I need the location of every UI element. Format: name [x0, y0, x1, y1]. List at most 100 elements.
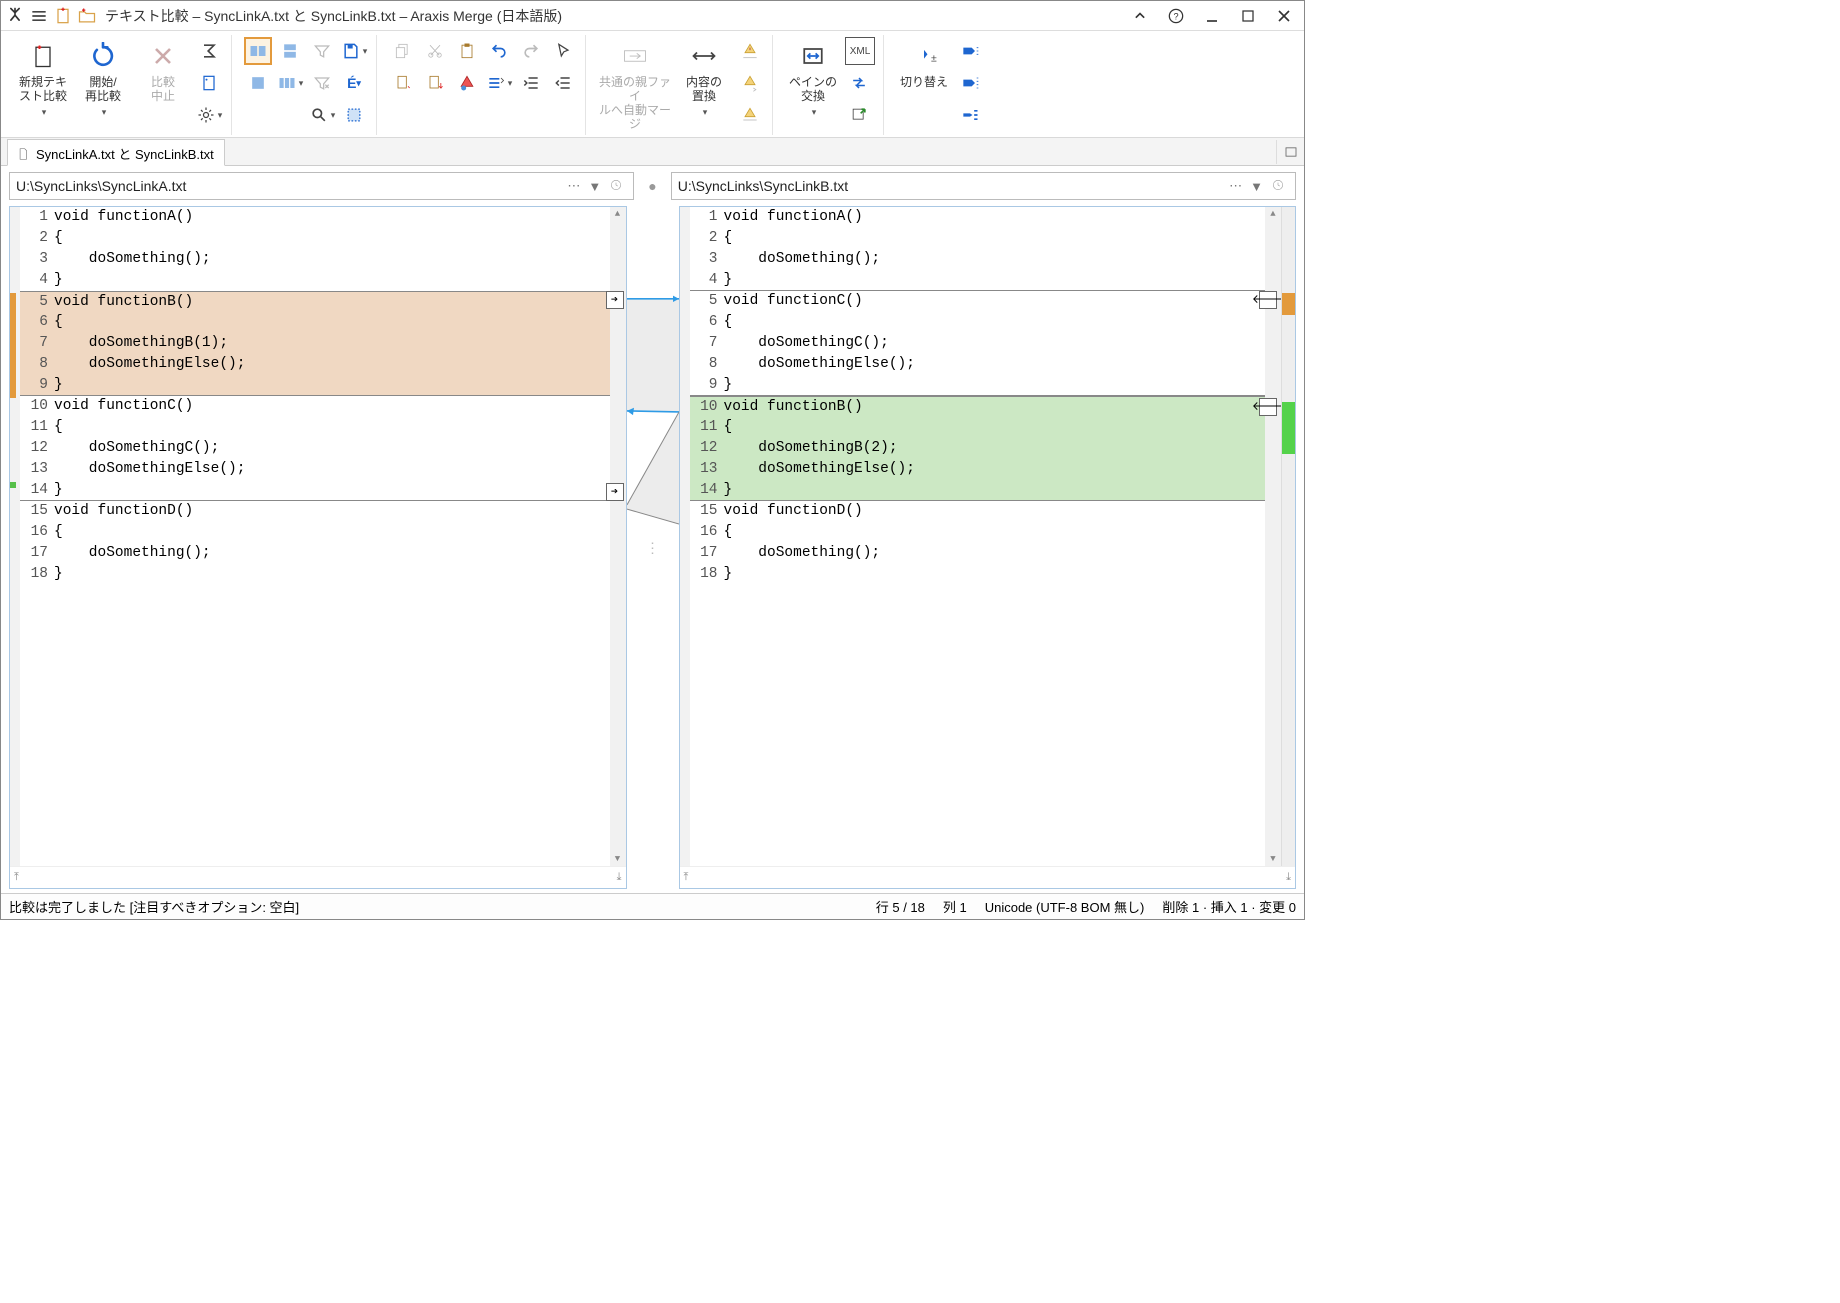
xml-button[interactable]: XML	[845, 37, 875, 65]
right-code-area[interactable]: 1void functionA()2{3 doSomething();4}5vo…	[680, 207, 1296, 866]
code-row[interactable]: 13 doSomethingElse();	[20, 459, 610, 480]
code-row[interactable]: 5void functionB()	[20, 291, 610, 312]
code-row[interactable]: 17 doSomething();	[20, 543, 610, 564]
new-file-button[interactable]	[51, 6, 75, 26]
bookmark-down-button[interactable]	[421, 69, 449, 97]
sigma-button[interactable]	[195, 37, 223, 65]
swap-panes-button[interactable]: ペインの 交換	[783, 37, 843, 121]
scroll-up-icon[interactable]: ▲	[610, 207, 626, 221]
paste-button[interactable]	[453, 37, 481, 65]
report-button[interactable]	[195, 69, 223, 97]
code-row[interactable]: 6{	[20, 312, 610, 333]
minimize-button[interactable]	[1194, 2, 1230, 30]
close-button[interactable]	[1266, 2, 1302, 30]
code-row[interactable]: 7 doSomethingB(1);	[20, 333, 610, 354]
scroll-down-icon[interactable]: ▼	[610, 852, 626, 866]
left-path-menu[interactable]: ⋯	[563, 178, 584, 194]
code-row[interactable]: 16{	[690, 522, 1266, 543]
code-row[interactable]: 16{	[20, 522, 610, 543]
left-scrollbar[interactable]: ▲ ▼	[610, 207, 626, 866]
collapse-down-icon[interactable]: ⤓	[1286, 871, 1291, 884]
right-pane: 1void functionA()2{3 doSomething();4}5vo…	[679, 206, 1297, 889]
right-path-menu[interactable]: ⋯	[1225, 178, 1246, 194]
code-row[interactable]: 3 doSomething();	[20, 249, 610, 270]
next-diff-button[interactable]	[956, 37, 984, 65]
code-row[interactable]: 3 doSomething();	[690, 249, 1266, 270]
edit-lines-button[interactable]	[485, 69, 513, 97]
code-row[interactable]: 12 doSomethingB(2);	[690, 438, 1266, 459]
code-row[interactable]: 7 doSomethingC();	[690, 333, 1266, 354]
code-row[interactable]: 5void functionC()	[690, 291, 1266, 312]
layout-horizontal-button[interactable]	[244, 37, 272, 65]
maximize-button[interactable]	[1230, 2, 1266, 30]
code-row[interactable]: 11{	[690, 417, 1266, 438]
code-row[interactable]: 14}	[690, 480, 1266, 501]
help-button[interactable]: ?	[1158, 2, 1194, 30]
replace-content-button[interactable]: 内容の 置換	[674, 37, 734, 121]
left-code-area[interactable]: 1void functionA()2{3 doSomething();4}5vo…	[10, 207, 626, 866]
layout-vertical-button[interactable]	[276, 37, 304, 65]
code-row[interactable]: 10void functionB()	[690, 396, 1266, 417]
code-row[interactable]: 11{	[20, 417, 610, 438]
list-diff-button[interactable]	[956, 101, 984, 129]
bookmark-button[interactable]	[389, 69, 417, 97]
code-row[interactable]: 2{	[20, 228, 610, 249]
tab-active[interactable]: SyncLinkA.txt と SyncLinkB.txt	[7, 139, 225, 166]
splitter-handle[interactable]: ⋮	[646, 539, 660, 556]
code-row[interactable]: 8 doSomethingElse();	[690, 354, 1266, 375]
code-row[interactable]: 6{	[690, 312, 1266, 333]
indent-button[interactable]	[517, 69, 545, 97]
code-row[interactable]: 15void functionD()	[20, 501, 610, 522]
right-path-dropdown[interactable]: ▼	[1246, 179, 1267, 194]
hamburger-button[interactable]	[27, 6, 51, 26]
export-button[interactable]	[845, 101, 873, 129]
select-all-button[interactable]	[340, 101, 368, 129]
code-row[interactable]: 1void functionA()	[690, 207, 1266, 228]
collapse-up-icon[interactable]: ⤒	[14, 871, 19, 884]
search-button[interactable]	[308, 101, 336, 129]
new-text-compare-button[interactable]: 新規テキ スト比較	[13, 37, 73, 121]
undo-button[interactable]	[485, 37, 513, 65]
code-row[interactable]: 18}	[690, 564, 1266, 585]
code-row[interactable]: 18}	[20, 564, 610, 585]
ribbon-collapse-button[interactable]	[1122, 2, 1158, 30]
code-row[interactable]: 12 doSomethingC();	[20, 438, 610, 459]
left-path-box[interactable]: U:\SyncLinks\SyncLinkA.txt ⋯ ▼	[9, 172, 634, 200]
new-folder-button[interactable]	[75, 6, 99, 26]
right-path-history[interactable]	[1267, 178, 1289, 195]
right-path-box[interactable]: U:\SyncLinks\SyncLinkB.txt ⋯ ▼	[671, 172, 1296, 200]
left-path-dropdown[interactable]: ▼	[584, 179, 605, 194]
collapse-down-icon[interactable]: ⤓	[617, 871, 622, 884]
code-row[interactable]: 4}	[20, 270, 610, 291]
code-row[interactable]: 14}	[20, 480, 610, 501]
settings-button[interactable]	[195, 101, 223, 129]
right-overview-strip[interactable]	[1281, 207, 1295, 866]
code-row[interactable]: 13 doSomethingElse();	[690, 459, 1266, 480]
prev-diff-button[interactable]	[956, 69, 984, 97]
conflict-button[interactable]	[453, 69, 481, 97]
code-row[interactable]: 9}	[20, 375, 610, 396]
outdent-button[interactable]	[549, 69, 577, 97]
pointer-button[interactable]	[549, 37, 577, 65]
left-path-history[interactable]	[605, 178, 627, 195]
toggle-button[interactable]: ± 切り替え	[894, 37, 954, 91]
code-row[interactable]: 10void functionC()	[20, 396, 610, 417]
single-pane-button[interactable]	[244, 69, 272, 97]
code-row[interactable]: 4}	[690, 270, 1266, 291]
code-row[interactable]: 17 doSomething();	[690, 543, 1266, 564]
scroll-up-icon[interactable]: ▲	[1265, 207, 1281, 221]
code-row[interactable]: 8 doSomethingElse();	[20, 354, 610, 375]
code-row[interactable]: 2{	[690, 228, 1266, 249]
encoding-button[interactable]: É▾	[340, 69, 368, 97]
tabstrip-overflow-button[interactable]	[1276, 140, 1304, 164]
scroll-down-icon[interactable]: ▼	[1265, 852, 1281, 866]
start-recompare-button[interactable]: 開始/ 再比較	[73, 37, 133, 121]
layout-more-button[interactable]	[276, 69, 304, 97]
collapse-up-icon[interactable]: ⤒	[684, 871, 689, 884]
code-row[interactable]: 15void functionD()	[690, 501, 1266, 522]
code-row[interactable]: 9}	[690, 375, 1266, 396]
code-row[interactable]: 1void functionA()	[20, 207, 610, 228]
save-button[interactable]	[340, 37, 368, 65]
right-scrollbar[interactable]: ▲ ▼	[1265, 207, 1281, 866]
swap-small-button[interactable]	[845, 69, 873, 97]
